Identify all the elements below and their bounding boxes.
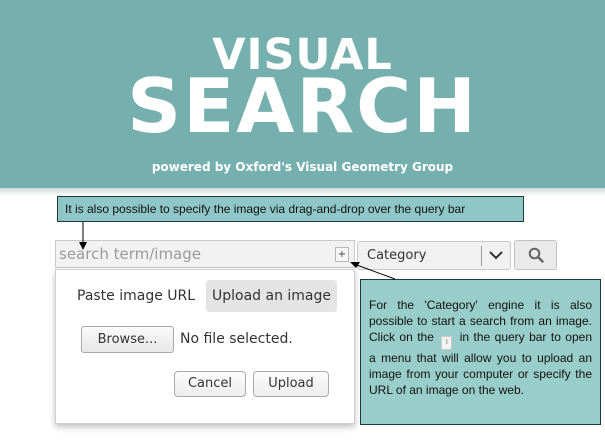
- tooltip-arrows: [79, 222, 396, 280]
